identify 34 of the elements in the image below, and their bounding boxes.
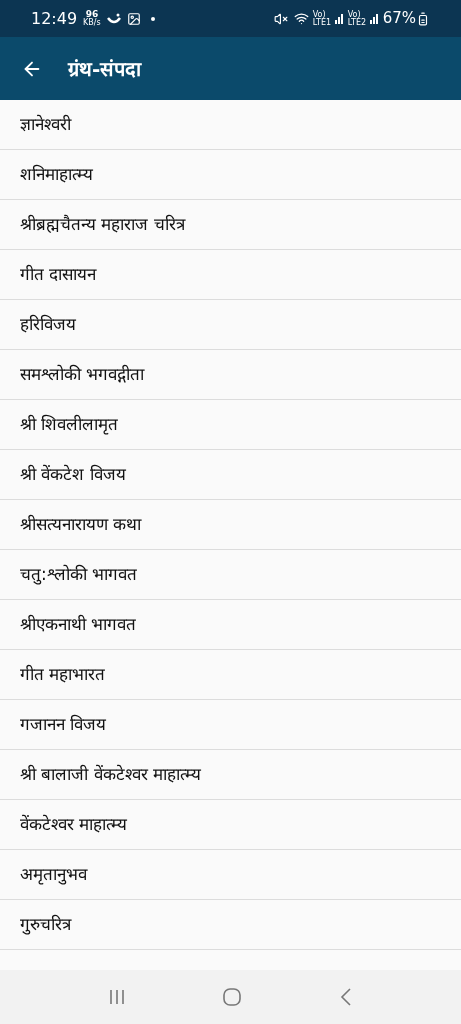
- list-item[interactable]: श्री बालाजी वेंकटेश्वर माहात्म्य: [0, 750, 461, 800]
- list-item[interactable]: गुरुचरित्र: [0, 900, 461, 950]
- list-item[interactable]: अमृतानुभव: [0, 850, 461, 900]
- list-item[interactable]: गीत महाभारत: [0, 650, 461, 700]
- list-item[interactable]: समश्लोकी भगवद्गीता: [0, 350, 461, 400]
- list-item[interactable]: वेंकटेश्वर माहात्म्य: [0, 800, 461, 850]
- network-speed-unit: KB/s: [83, 19, 101, 27]
- battery-icon: [416, 11, 430, 26]
- list-item[interactable]: शनिमाहात्म्य: [0, 150, 461, 200]
- list-item[interactable]: श्रीब्रह्मचैतन्य महाराज चरित्र: [0, 200, 461, 250]
- signal-label: Vo) LTE2: [347, 10, 368, 27]
- back-icon[interactable]: [339, 988, 352, 1006]
- list-item[interactable]: श्रीसत्यनारायण कथा: [0, 500, 461, 550]
- home-icon[interactable]: [223, 988, 242, 1006]
- status-time: 12:49: [31, 7, 78, 30]
- list-item[interactable]: चतु:श्लोकी भागवत: [0, 550, 461, 600]
- gallery-icon: [126, 11, 141, 26]
- list-item[interactable]: श्री शिवलीलामृत: [0, 400, 461, 450]
- list-item[interactable]: श्री वेंकटेश विजय: [0, 450, 461, 500]
- mute-icon: [273, 11, 288, 26]
- wifi-icon: [293, 11, 309, 26]
- screen-title: ग्रंथ-संपदा: [68, 55, 142, 83]
- signal-icon: [334, 13, 344, 24]
- signal-icon: [369, 13, 379, 24]
- list-item[interactable]: गीत दासायन: [0, 250, 461, 300]
- signal-label: Vo) LTE1: [312, 10, 333, 27]
- list-item[interactable]: ज्ञानेश्वरी: [0, 100, 461, 150]
- network-speed: 96: [85, 10, 99, 19]
- list-item[interactable]: श्रीएकनाथी भागवत: [0, 600, 461, 650]
- list-item[interactable]: गजानन विजय: [0, 700, 461, 750]
- list-item[interactable]: हरिविजय: [0, 300, 461, 350]
- recent-apps-icon[interactable]: [109, 989, 126, 1005]
- notification-icon: [106, 12, 121, 25]
- battery-percent: 67%: [382, 8, 416, 30]
